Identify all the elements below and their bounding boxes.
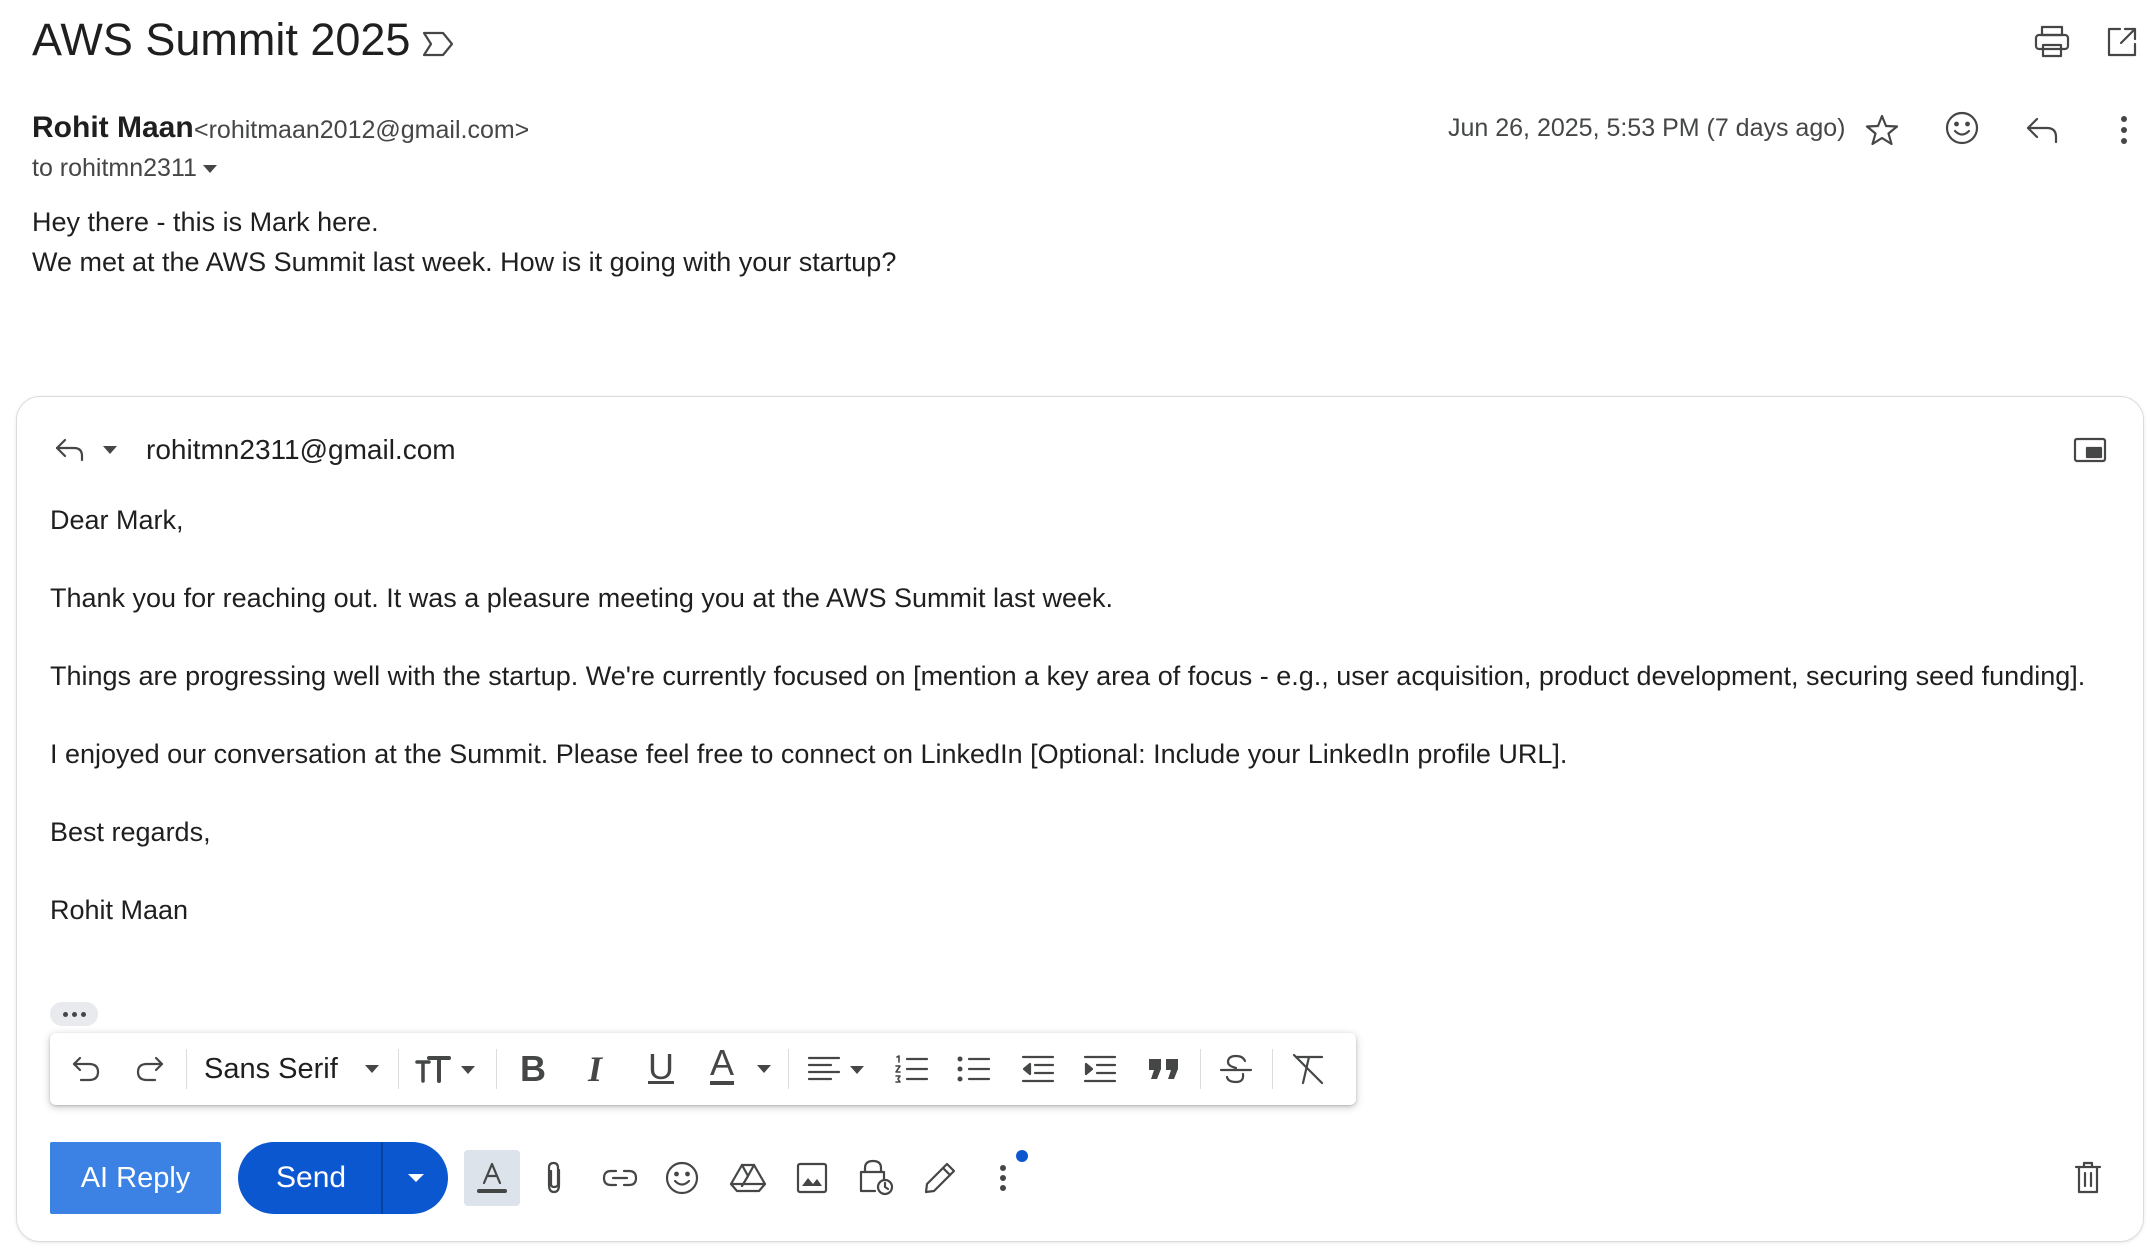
recipients-line[interactable]: to rohitmn2311: [32, 152, 197, 184]
numbered-list-icon[interactable]: [888, 1049, 936, 1089]
link-icon[interactable]: [596, 1156, 644, 1200]
send-button[interactable]: Send: [276, 1160, 346, 1196]
text-color-button[interactable]: A: [710, 1045, 735, 1085]
reply-line[interactable]: I enjoyed our conversation at the Summit…: [50, 736, 1567, 772]
more-options-icon[interactable]: [988, 1156, 1018, 1200]
strikethrough-icon[interactable]: [1212, 1049, 1260, 1089]
send-options-dropdown-icon[interactable]: [383, 1142, 448, 1214]
text-size-icon[interactable]: [412, 1049, 482, 1089]
chevron-down-icon[interactable]: [198, 158, 222, 180]
pop-out-icon[interactable]: [2066, 430, 2114, 470]
insert-emoji-icon[interactable]: [660, 1156, 704, 1200]
redo-icon[interactable]: [128, 1049, 172, 1089]
label-icon[interactable]: [418, 24, 458, 64]
indent-more-icon[interactable]: [1076, 1049, 1124, 1089]
email-subject: AWS Summit 2025: [32, 14, 411, 65]
send-button-group: Send: [238, 1142, 448, 1214]
reply-recipient[interactable]: rohitmn2311@gmail.com: [146, 432, 456, 468]
clear-format-icon[interactable]: [1284, 1049, 1332, 1089]
sender-email: <rohitmaan2012@gmail.com>: [194, 116, 530, 144]
notification-dot: [1016, 1150, 1028, 1162]
confidential-mode-icon[interactable]: [852, 1154, 900, 1200]
align-icon[interactable]: [802, 1049, 872, 1089]
more-vert-icon[interactable]: [2106, 108, 2142, 152]
underline-button[interactable]: U: [648, 1047, 674, 1087]
bulleted-list-icon[interactable]: [950, 1049, 998, 1089]
email-body-line: We met at the AWS Summit last week. How …: [32, 247, 897, 277]
reply-compose-box: [16, 396, 2144, 1242]
ai-reply-button[interactable]: AI Reply: [50, 1142, 221, 1214]
email-body-line: Hey there - this is Mark here.: [32, 207, 379, 237]
photo-icon[interactable]: [790, 1156, 834, 1200]
reply-line[interactable]: Best regards,: [50, 814, 211, 850]
drive-icon[interactable]: [724, 1156, 772, 1200]
text-color-dropdown-icon[interactable]: [752, 1059, 776, 1079]
email-date: Jun 26, 2025, 5:53 PM (7 days ago): [1448, 114, 1846, 142]
print-icon[interactable]: [2030, 20, 2074, 64]
font-family-select[interactable]: Sans Serif: [204, 1051, 338, 1087]
reply-icon[interactable]: [2020, 108, 2064, 152]
quote-icon[interactable]: [1140, 1049, 1188, 1089]
font-dropdown-icon[interactable]: [360, 1059, 384, 1079]
italic-button[interactable]: I: [588, 1049, 602, 1089]
reply-type-icon[interactable]: [50, 430, 90, 470]
open-in-new-icon[interactable]: [2100, 20, 2144, 64]
emoji-icon[interactable]: [1940, 106, 1984, 150]
reply-line[interactable]: Rohit Maan: [50, 892, 188, 928]
trash-icon[interactable]: [2066, 1156, 2110, 1200]
reply-line[interactable]: Dear Mark,: [50, 502, 184, 538]
reply-type-dropdown-icon[interactable]: [98, 440, 122, 460]
formatting-toolbar: Sans Serif B I U A: [50, 1033, 1356, 1105]
sender-name: Rohit Maan: [32, 111, 194, 144]
star-icon[interactable]: [1860, 108, 1904, 152]
formatting-options-toggle-icon[interactable]: [464, 1150, 520, 1206]
indent-less-icon[interactable]: [1014, 1049, 1062, 1089]
signature-icon[interactable]: [918, 1156, 962, 1200]
undo-icon[interactable]: [64, 1049, 108, 1089]
reply-line[interactable]: Things are progressing well with the sta…: [50, 658, 2085, 694]
attach-icon[interactable]: [532, 1156, 576, 1200]
bold-button[interactable]: B: [520, 1049, 546, 1089]
reply-line[interactable]: Thank you for reaching out. It was a ple…: [50, 580, 1113, 616]
show-trimmed-content-button[interactable]: [50, 1002, 98, 1026]
